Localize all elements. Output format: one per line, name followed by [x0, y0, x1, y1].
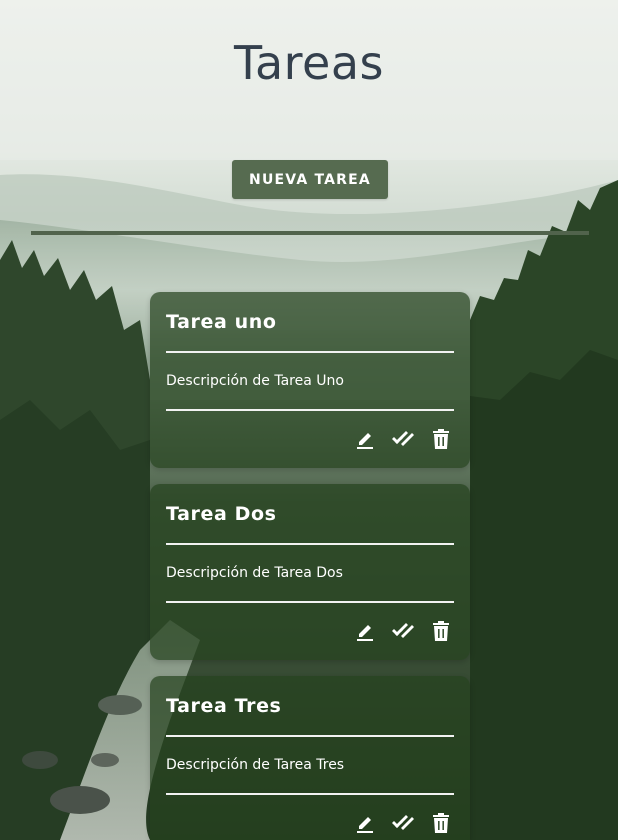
task-description: Descripción de Tarea Tres	[166, 757, 345, 773]
task-actions	[352, 811, 453, 835]
delete-icon[interactable]	[428, 427, 453, 451]
task-title: Tarea uno	[166, 311, 277, 333]
done-all-icon[interactable]	[390, 619, 415, 643]
card-divider	[166, 793, 454, 795]
task-title: Tarea Tres	[166, 695, 282, 717]
card-divider	[166, 409, 454, 411]
card-divider	[166, 351, 454, 353]
card-divider	[166, 543, 454, 545]
task-description: Descripción de Tarea Dos	[166, 565, 343, 581]
task-description: Descripción de Tarea Uno	[166, 373, 344, 389]
header-divider	[31, 231, 589, 235]
card-divider	[166, 735, 454, 737]
task-card: Tarea uno Descripción de Tarea Uno	[150, 292, 470, 468]
card-divider	[166, 601, 454, 603]
edit-icon[interactable]	[352, 619, 377, 643]
edit-icon[interactable]	[352, 811, 377, 835]
done-all-icon[interactable]	[390, 427, 415, 451]
task-card: Tarea Tres Descripción de Tarea Tres	[150, 676, 470, 840]
page-title: Tareas	[233, 36, 385, 90]
task-title: Tarea Dos	[166, 503, 277, 525]
delete-icon[interactable]	[428, 811, 453, 835]
new-task-button[interactable]: NUEVA TAREA	[232, 160, 388, 199]
task-card: Tarea Dos Descripción de Tarea Dos	[150, 484, 470, 660]
delete-icon[interactable]	[428, 619, 453, 643]
done-all-icon[interactable]	[390, 811, 415, 835]
edit-icon[interactable]	[352, 427, 377, 451]
task-actions	[352, 427, 453, 451]
task-actions	[352, 619, 453, 643]
